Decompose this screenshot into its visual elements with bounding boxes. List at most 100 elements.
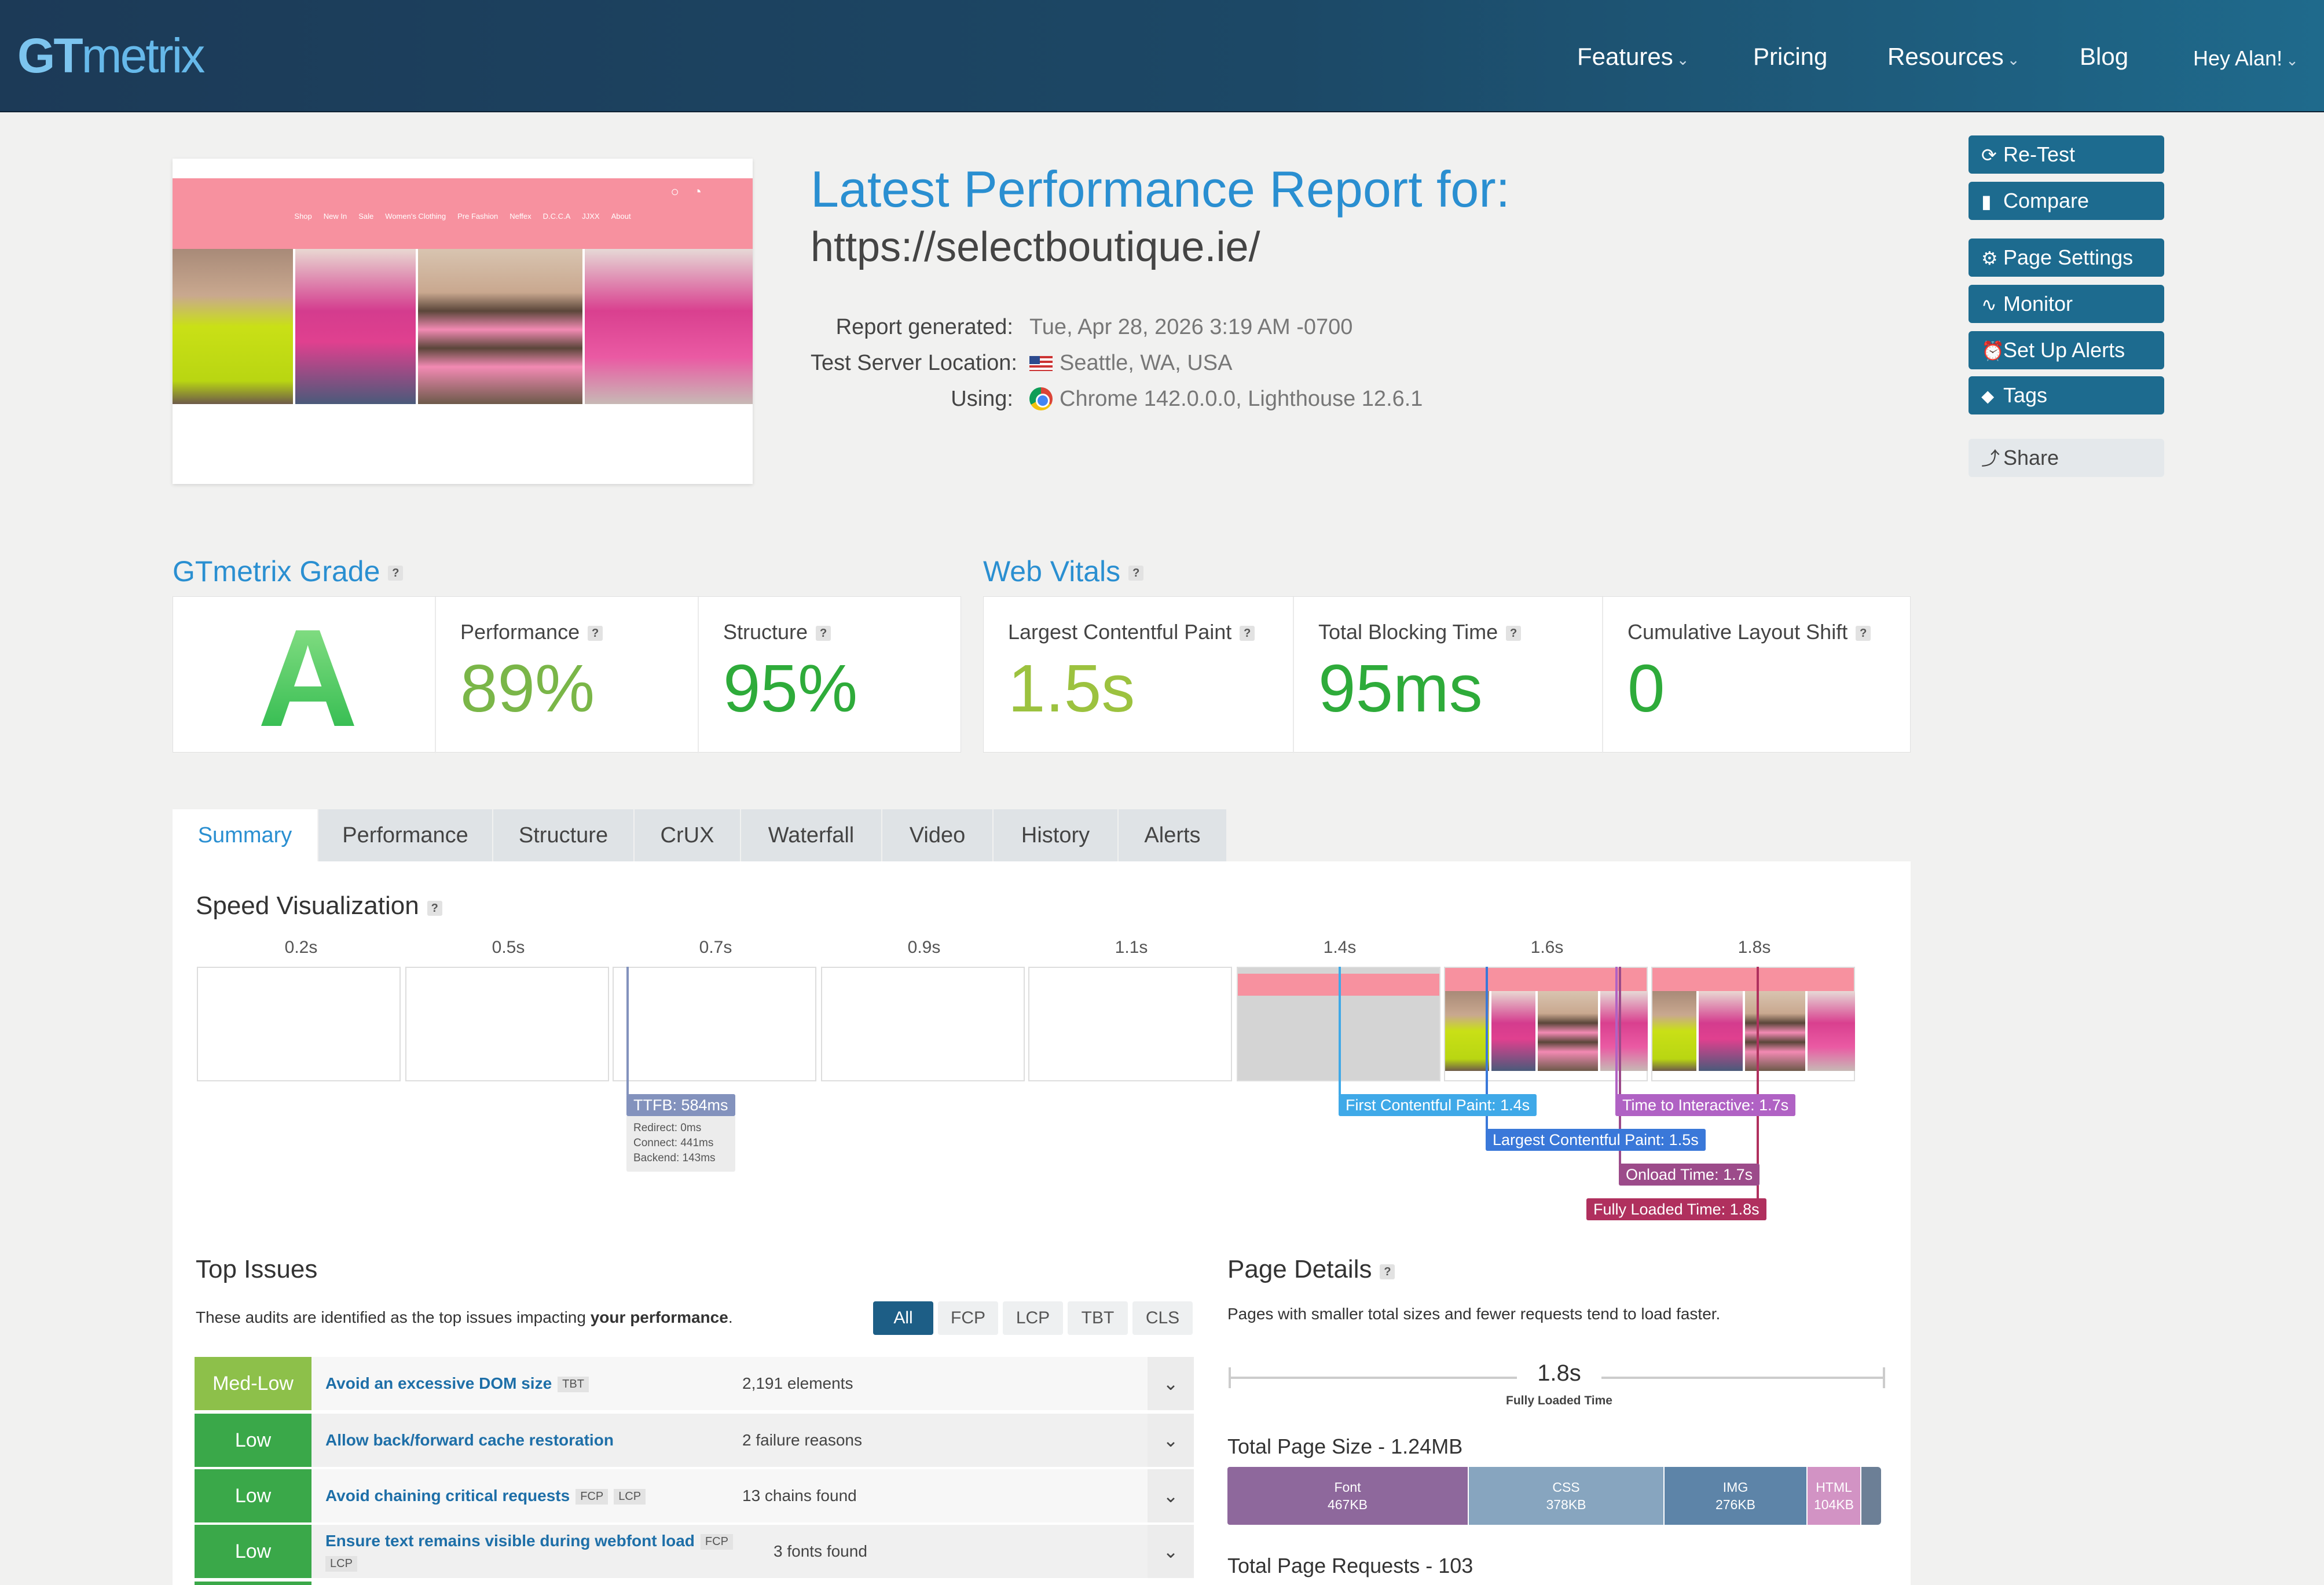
severity-badge: Low: [195, 1414, 311, 1467]
structure-metric: Structure? 95%: [699, 597, 961, 753]
gtmetrix-logo[interactable]: GTmetrix: [17, 28, 205, 84]
help-icon[interactable]: ?: [427, 901, 442, 916]
size-segment: [1861, 1467, 1881, 1525]
chevron-down-icon[interactable]: ⌄: [1148, 1414, 1194, 1467]
tags-button[interactable]: ⬥ Tags: [1969, 376, 2164, 414]
alarm-icon: ⏰: [1981, 340, 2004, 361]
tab-performance[interactable]: Performance: [318, 809, 493, 861]
help-icon[interactable]: ?: [588, 626, 603, 641]
size-segment-value: 104KB: [1813, 1497, 1854, 1512]
help-icon[interactable]: ?: [1240, 626, 1255, 641]
cart-icon: ◔: [693, 184, 702, 200]
tab-waterfall[interactable]: Waterfall: [741, 809, 882, 861]
size-segment: HTML 104KB: [1808, 1467, 1860, 1525]
compare-button[interactable]: ▮ Compare: [1969, 182, 2164, 220]
filter-cls[interactable]: CLS: [1132, 1301, 1193, 1335]
timeline-tick: 0.2s: [284, 938, 318, 957]
issue-row[interactable]: Low Ensure text remains visible during w…: [195, 1525, 1194, 1578]
filter-tbt[interactable]: TBT: [1068, 1301, 1128, 1335]
tab-crux[interactable]: CrUX: [635, 809, 741, 861]
issue-value: 3 fonts found: [774, 1542, 867, 1560]
timeline-tick: 0.7s: [699, 938, 732, 957]
tti-marker[interactable]: Time to Interactive: 1.7s: [1615, 1094, 1796, 1116]
meta-label-using: Using:: [951, 387, 1013, 411]
timeline-tick: 1.1s: [1115, 938, 1148, 957]
top-issues-description: These audits are identified as the top i…: [196, 1308, 733, 1326]
fully-loaded-marker[interactable]: Fully Loaded Time: 1.8s: [1586, 1198, 1766, 1220]
share-button[interactable]: ⤴ Share: [1969, 439, 2164, 477]
top-navbar: GTmetrix Features ⌄ Pricing Resources ⌄ Bl…: [0, 0, 2324, 112]
report-tabs: Summary Performance Structure CrUX Water…: [173, 809, 1227, 863]
timeline-tick: 1.6s: [1530, 938, 1564, 957]
issue-title[interactable]: Allow back/forward cache restoration: [325, 1431, 614, 1450]
set-up-alerts-button[interactable]: ⏰Set Up Alerts: [1969, 331, 2164, 369]
chevron-down-icon[interactable]: ⌄: [1148, 1525, 1194, 1578]
tab-video[interactable]: Video: [882, 809, 994, 861]
issue-row[interactable]: Low Avoid chaining critical requests FCP L…: [195, 1469, 1194, 1522]
severity-badge: Med-Low: [195, 1357, 311, 1410]
help-icon[interactable]: ?: [1856, 626, 1871, 641]
chevron-down-icon[interactable]: ⌄: [1148, 1357, 1194, 1410]
ttfb-marker[interactable]: TTFB: 584ms: [626, 1094, 735, 1116]
help-icon[interactable]: ?: [1380, 1264, 1395, 1279]
gear-icon: ⚙: [1981, 248, 1998, 269]
tab-structure[interactable]: Structure: [493, 809, 635, 861]
tbt-value: 95ms: [1318, 651, 1483, 726]
issue-row[interactable]: Low Allow back/forward cache restoration…: [195, 1414, 1194, 1467]
cls-value: 0: [1627, 651, 1665, 726]
filter-fcp[interactable]: FCP: [938, 1301, 998, 1335]
lcp-value: 1.5s: [1008, 651, 1135, 726]
size-segment-value: 467KB: [1327, 1497, 1368, 1512]
monitor-button[interactable]: ∿ Monitor: [1969, 285, 2164, 323]
lcp-marker[interactable]: Largest Contentful Paint: 1.5s: [1486, 1129, 1706, 1151]
retest-button[interactable]: ⟳ Re-Test: [1969, 135, 2164, 174]
issue-row[interactable]: Med-Low Avoid an excessive DOM size TBT 2…: [195, 1357, 1194, 1410]
thumbnail-photos: [173, 249, 753, 404]
metric-badge: LCP: [614, 1489, 646, 1505]
product-photo: [295, 249, 418, 404]
ttfb-marker-line: [626, 967, 629, 1095]
meta-label-generated: Report generated:: [835, 315, 1013, 339]
filmstrip-frame[interactable]: [1651, 967, 1855, 1081]
filter-lcp[interactable]: LCP: [1003, 1301, 1063, 1335]
report-url[interactable]: https://selectboutique.ie/: [811, 223, 1260, 271]
filmstrip-frame[interactable]: [405, 967, 609, 1081]
help-icon[interactable]: ?: [816, 626, 831, 641]
issue-title[interactable]: Avoid an excessive DOM size TBT: [325, 1374, 589, 1393]
nav-resources[interactable]: Resources ⌄: [1887, 43, 2020, 71]
ttfb-connect: Connect: 441ms: [633, 1137, 714, 1149]
report-title: Latest Performance Report for:: [811, 160, 1511, 218]
nav-blog[interactable]: Blog: [2080, 43, 2128, 71]
user-menu[interactable]: Hey Alan! ⌄: [2193, 46, 2299, 71]
onload-marker[interactable]: Onload Time: 1.7s: [1619, 1164, 1760, 1186]
issue-value: 2,191 elements: [742, 1374, 853, 1392]
nav-pricing[interactable]: Pricing: [1753, 43, 1827, 71]
tab-summary[interactable]: Summary: [173, 809, 318, 861]
issue-title[interactable]: Avoid chaining critical requests FCP LCP: [325, 1487, 646, 1505]
gtmetrix-grade-title: GTmetrix Grade?: [173, 555, 404, 588]
page-settings-button[interactable]: ⚙ Page Settings: [1969, 239, 2164, 277]
nav-features[interactable]: Features ⌄: [1577, 43, 1689, 71]
filter-all[interactable]: All: [873, 1301, 933, 1335]
filmstrip-frame[interactable]: [1028, 967, 1232, 1081]
help-icon[interactable]: ?: [388, 566, 404, 581]
fcp-marker[interactable]: First Contentful Paint: 1.4s: [1339, 1094, 1537, 1116]
help-icon[interactable]: ?: [1128, 566, 1144, 581]
filmstrip-frame[interactable]: [821, 967, 1025, 1081]
filmstrip-frame[interactable]: [197, 967, 401, 1081]
help-icon[interactable]: ?: [1506, 626, 1522, 641]
tab-history[interactable]: History: [994, 809, 1119, 861]
filmstrip-frame[interactable]: [613, 967, 816, 1081]
size-segment: Font 467KB: [1227, 1467, 1468, 1525]
timeline-start: [1229, 1367, 1231, 1388]
web-vitals-title: Web Vitals?: [983, 555, 1144, 588]
product-photo: [585, 249, 753, 404]
chevron-down-icon[interactable]: ⌄: [1148, 1469, 1194, 1522]
web-vitals-card: Largest Contentful Paint? 1.5s Total Blo…: [983, 596, 1911, 753]
timeline-end: [1883, 1367, 1885, 1388]
share-icon: ⤴: [1981, 448, 2000, 469]
tab-alerts[interactable]: Alerts: [1119, 809, 1227, 861]
page-screenshot-thumbnail[interactable]: ○ ◔ Shop New In Sale Women's Clothing Pre Fa…: [173, 159, 753, 484]
issue-title[interactable]: Ensure text remains visible during webfo…: [325, 1532, 733, 1550]
compare-icon: ▮: [1981, 191, 1992, 212]
